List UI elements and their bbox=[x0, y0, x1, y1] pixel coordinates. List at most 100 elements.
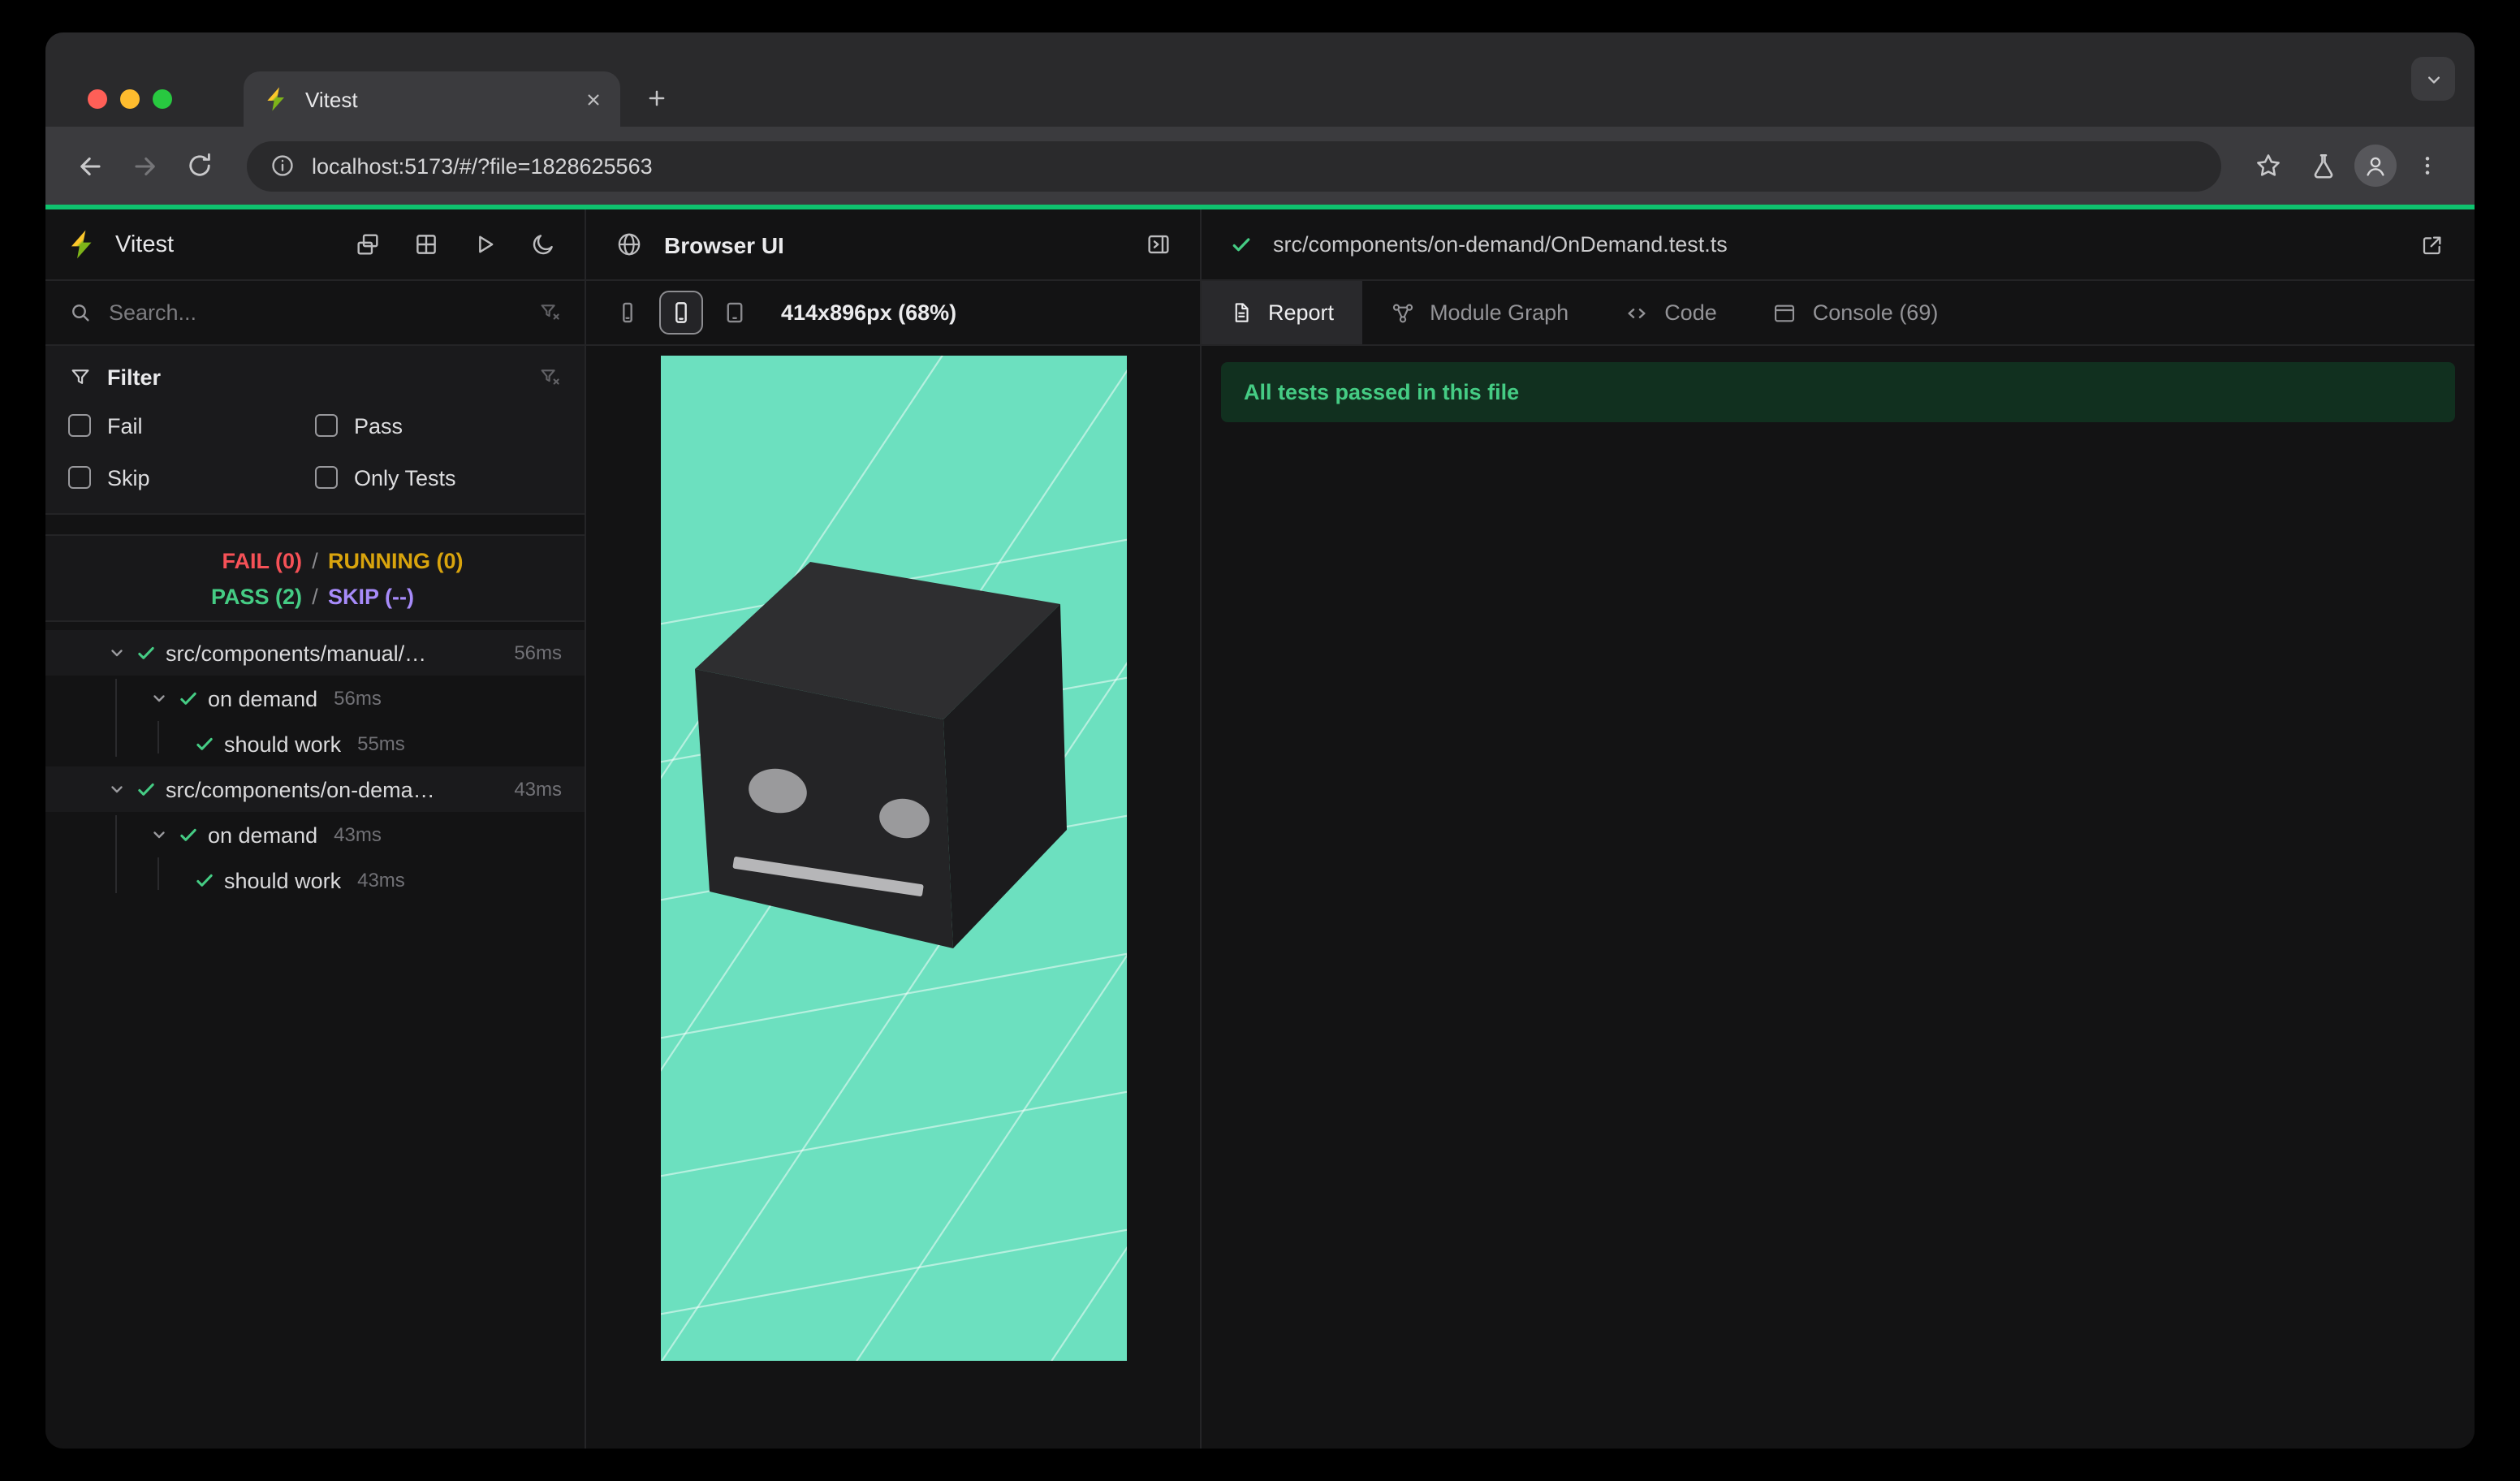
checkbox[interactable] bbox=[68, 414, 91, 437]
checkbox-label: Fail bbox=[107, 413, 143, 438]
filter-option-fail[interactable]: Fail bbox=[68, 404, 315, 447]
filter-clear-icon[interactable] bbox=[537, 365, 562, 390]
check-icon bbox=[188, 732, 221, 755]
chevron-down-icon[interactable] bbox=[104, 779, 130, 799]
report-panel: src/components/on-demand/OnDemand.test.t… bbox=[1202, 209, 2475, 1449]
console-icon bbox=[1775, 304, 1795, 322]
report-header: src/components/on-demand/OnDemand.test.t… bbox=[1202, 209, 2475, 281]
test-suite-row[interactable]: on demand 43ms bbox=[45, 812, 585, 857]
report-icon bbox=[1235, 303, 1249, 322]
tab-report[interactable]: Report bbox=[1202, 281, 1362, 344]
fail-count: FAIL (0) bbox=[222, 548, 302, 572]
forward-icon[interactable] bbox=[120, 141, 169, 190]
filter-funnel-icon bbox=[68, 365, 93, 390]
tab-label: Code bbox=[1664, 300, 1717, 325]
tab-search-icon[interactable] bbox=[2411, 57, 2455, 101]
url-bar[interactable]: localhost:5173/#/?file=1828625563 bbox=[247, 140, 2221, 191]
tab-console[interactable]: Console (69) bbox=[1745, 281, 1966, 344]
screen: Vitest localhost:5173/#/?file=1828625563… bbox=[0, 0, 2520, 1481]
tab-code[interactable]: Code bbox=[1596, 281, 1745, 344]
dashboard-grid-icon[interactable] bbox=[406, 225, 445, 264]
overlap-windows-icon[interactable] bbox=[347, 225, 386, 264]
viewport-area bbox=[586, 346, 1200, 1449]
skip-count: SKIP (--) bbox=[328, 584, 414, 608]
zoom-window-button[interactable] bbox=[153, 89, 172, 109]
sidebar: Vitest Search... Filter Fail Pass Skip O… bbox=[45, 209, 586, 1449]
separator: / bbox=[312, 584, 318, 608]
url-text: localhost:5173/#/?file=1828625563 bbox=[312, 153, 653, 178]
filter-clear-icon[interactable] bbox=[537, 300, 562, 325]
test-suite-name: on demand bbox=[208, 823, 318, 847]
test-suite-row[interactable]: on demand 56ms bbox=[45, 676, 585, 721]
tab-label: Report bbox=[1268, 300, 1335, 325]
test-children: on demand 43ms should work 43ms bbox=[45, 812, 585, 903]
search-icon bbox=[68, 300, 93, 325]
checkbox[interactable] bbox=[315, 414, 338, 437]
filter-option-pass[interactable]: Pass bbox=[315, 404, 562, 447]
test-suite-name: on demand bbox=[208, 686, 318, 710]
tab-label: Console (69) bbox=[1812, 300, 1939, 325]
test-case-row[interactable]: should work 43ms bbox=[45, 857, 585, 903]
back-icon[interactable] bbox=[65, 141, 114, 190]
site-info-icon[interactable] bbox=[270, 153, 296, 179]
vitest-favicon bbox=[265, 86, 291, 112]
filter-options: Fail Pass Skip Only Tests bbox=[45, 399, 585, 499]
check-icon bbox=[188, 869, 221, 892]
filter-title: Filter bbox=[107, 365, 162, 390]
dark-mode-moon-icon[interactable] bbox=[523, 225, 562, 264]
browser-window: Vitest localhost:5173/#/?file=1828625563… bbox=[45, 32, 2475, 1449]
test-duration: 56ms bbox=[514, 641, 562, 664]
close-window-button[interactable] bbox=[88, 89, 107, 109]
test-case-row[interactable]: should work 55ms bbox=[45, 721, 585, 766]
test-file-group: src/components/manual/… 56ms on demand 5… bbox=[45, 630, 585, 766]
code-icon bbox=[1628, 308, 1646, 317]
open-file-path: src/components/on-demand/OnDemand.test.t… bbox=[1273, 232, 1728, 257]
chevron-down-icon[interactable] bbox=[104, 643, 130, 663]
checkbox-label: Skip bbox=[107, 465, 150, 490]
expand-panel-icon[interactable] bbox=[1138, 225, 1177, 264]
check-icon bbox=[1224, 232, 1257, 257]
chevron-down-icon[interactable] bbox=[146, 689, 172, 708]
filter-panel: Filter Fail Pass Skip Only Tests bbox=[45, 346, 585, 515]
vitest-ui: Vitest Search... Filter Fail Pass Skip O… bbox=[45, 209, 2475, 1449]
all-tests-passed-banner: All tests passed in this file bbox=[1221, 362, 2455, 422]
menu-kebab-icon[interactable] bbox=[2403, 141, 2452, 190]
tab-label: Module Graph bbox=[1430, 300, 1569, 325]
panel-title: Browser UI bbox=[664, 231, 784, 257]
filter-option-skip[interactable]: Skip bbox=[68, 456, 315, 499]
browser-tab[interactable]: Vitest bbox=[244, 71, 620, 127]
checkbox[interactable] bbox=[315, 466, 338, 489]
profile-avatar[interactable] bbox=[2354, 145, 2397, 187]
tab-close-icon[interactable] bbox=[578, 84, 607, 114]
chevron-down-icon[interactable] bbox=[146, 825, 172, 844]
test-file-row[interactable]: src/components/on-dema… 43ms bbox=[45, 766, 585, 812]
rerun-all-icon[interactable] bbox=[464, 225, 503, 264]
experiments-flask-icon[interactable] bbox=[2299, 141, 2348, 190]
running-count: RUNNING (0) bbox=[328, 548, 464, 572]
tab-module-graph[interactable]: Module Graph bbox=[1361, 281, 1596, 344]
filter-option-only-tests[interactable]: Only Tests bbox=[315, 456, 562, 499]
device-phone-small-button[interactable] bbox=[606, 291, 649, 335]
test-file-row[interactable]: src/components/manual/… 56ms bbox=[45, 630, 585, 676]
report-tabs: Report Module Graph Code Console (69) bbox=[1202, 281, 2475, 346]
tested-app-viewport[interactable] bbox=[660, 356, 1126, 1361]
search-input[interactable] bbox=[109, 300, 521, 325]
threejs-scene bbox=[660, 356, 1126, 1361]
test-children: on demand 56ms should work 55ms bbox=[45, 676, 585, 766]
device-tablet-button[interactable] bbox=[713, 291, 757, 335]
device-toolbar: 414x896px (68%) bbox=[586, 281, 1200, 346]
checkbox[interactable] bbox=[68, 466, 91, 489]
vitest-logo bbox=[68, 229, 99, 260]
new-tab-icon[interactable] bbox=[636, 78, 675, 117]
bookmark-star-icon[interactable] bbox=[2244, 141, 2293, 190]
report-content: All tests passed in this file bbox=[1202, 346, 2475, 438]
minimize-window-button[interactable] bbox=[120, 89, 140, 109]
test-duration: 55ms bbox=[357, 732, 405, 755]
device-phone-button[interactable] bbox=[659, 291, 703, 335]
check-icon bbox=[130, 778, 162, 801]
open-external-icon[interactable] bbox=[2413, 225, 2452, 264]
test-duration: 43ms bbox=[334, 823, 382, 846]
check-icon bbox=[130, 641, 162, 664]
reload-icon[interactable] bbox=[175, 141, 224, 190]
test-summary: FAIL (0) / RUNNING (0) PASS (2) / SKIP (… bbox=[45, 534, 585, 622]
